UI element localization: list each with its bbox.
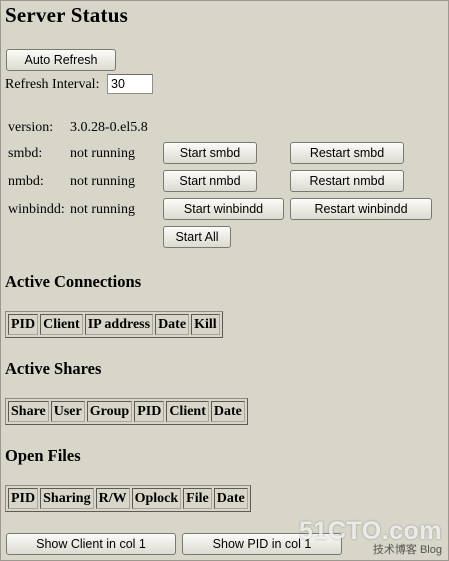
start-smbd-button[interactable]: Start smbd: [163, 142, 257, 164]
restart-winbindd-button[interactable]: Restart winbindd: [290, 198, 432, 220]
auto-refresh-button[interactable]: Auto Refresh: [6, 49, 116, 71]
column-header: Date: [155, 314, 190, 335]
show-pid-col1-button[interactable]: Show PID in col 1: [182, 533, 342, 555]
restart-nmbd-button[interactable]: Restart nmbd: [290, 170, 404, 192]
column-header: Kill: [191, 314, 220, 335]
column-header: PID: [134, 401, 165, 422]
show-client-col1-button[interactable]: Show Client in col 1: [6, 533, 176, 555]
column-header: Share: [8, 401, 49, 422]
winbindd-label: winbindd:: [8, 202, 65, 217]
column-header: IP address: [84, 314, 154, 335]
column-header: Client: [166, 401, 209, 422]
column-header: PID: [8, 488, 39, 509]
column-header: Sharing: [40, 488, 94, 509]
table-header-row: PID Client IP address Date Kill: [8, 314, 220, 335]
watermark-tagline-text: 技术博客: [372, 544, 417, 556]
version-label: version:: [8, 120, 54, 135]
refresh-interval-label: Refresh Interval:: [5, 77, 100, 92]
active-shares-heading: Active Shares: [5, 359, 102, 378]
server-status-page: Server Status Auto Refresh Refresh Inter…: [1, 1, 448, 560]
restart-smbd-button[interactable]: Restart smbd: [290, 142, 404, 164]
smbd-state: not running: [70, 146, 135, 161]
column-header: Oplock: [131, 488, 182, 509]
watermark-blog-text: Blog: [419, 544, 442, 556]
active-connections-heading: Active Connections: [5, 272, 142, 291]
refresh-interval-input[interactable]: [107, 74, 153, 94]
nmbd-label: nmbd:: [8, 174, 44, 189]
smbd-label: smbd:: [8, 146, 43, 161]
start-nmbd-button[interactable]: Start nmbd: [163, 170, 257, 192]
column-header: PID: [8, 314, 39, 335]
nmbd-state: not running: [70, 174, 135, 189]
version-value: 3.0.28-0.el5.8: [70, 120, 148, 135]
column-header: Client: [40, 314, 83, 335]
column-header: Date: [210, 401, 245, 422]
column-header: R/W: [95, 488, 130, 509]
column-header: Date: [213, 488, 248, 509]
start-winbindd-button[interactable]: Start winbindd: [163, 198, 284, 220]
start-all-button[interactable]: Start All: [163, 226, 231, 248]
column-header: User: [50, 401, 85, 422]
table-header-row: PID Sharing R/W Oplock File Date: [8, 488, 248, 509]
column-header: Group: [86, 401, 133, 422]
page-title: Server Status: [5, 3, 128, 27]
column-header: File: [183, 488, 212, 509]
active-shares-table: Share User Group PID Client Date: [5, 398, 248, 425]
active-connections-table: PID Client IP address Date Kill: [5, 311, 223, 338]
table-header-row: Share User Group PID Client Date: [8, 401, 245, 422]
open-files-table: PID Sharing R/W Oplock File Date: [5, 485, 251, 512]
open-files-heading: Open Files: [5, 446, 81, 465]
winbindd-state: not running: [70, 202, 135, 217]
